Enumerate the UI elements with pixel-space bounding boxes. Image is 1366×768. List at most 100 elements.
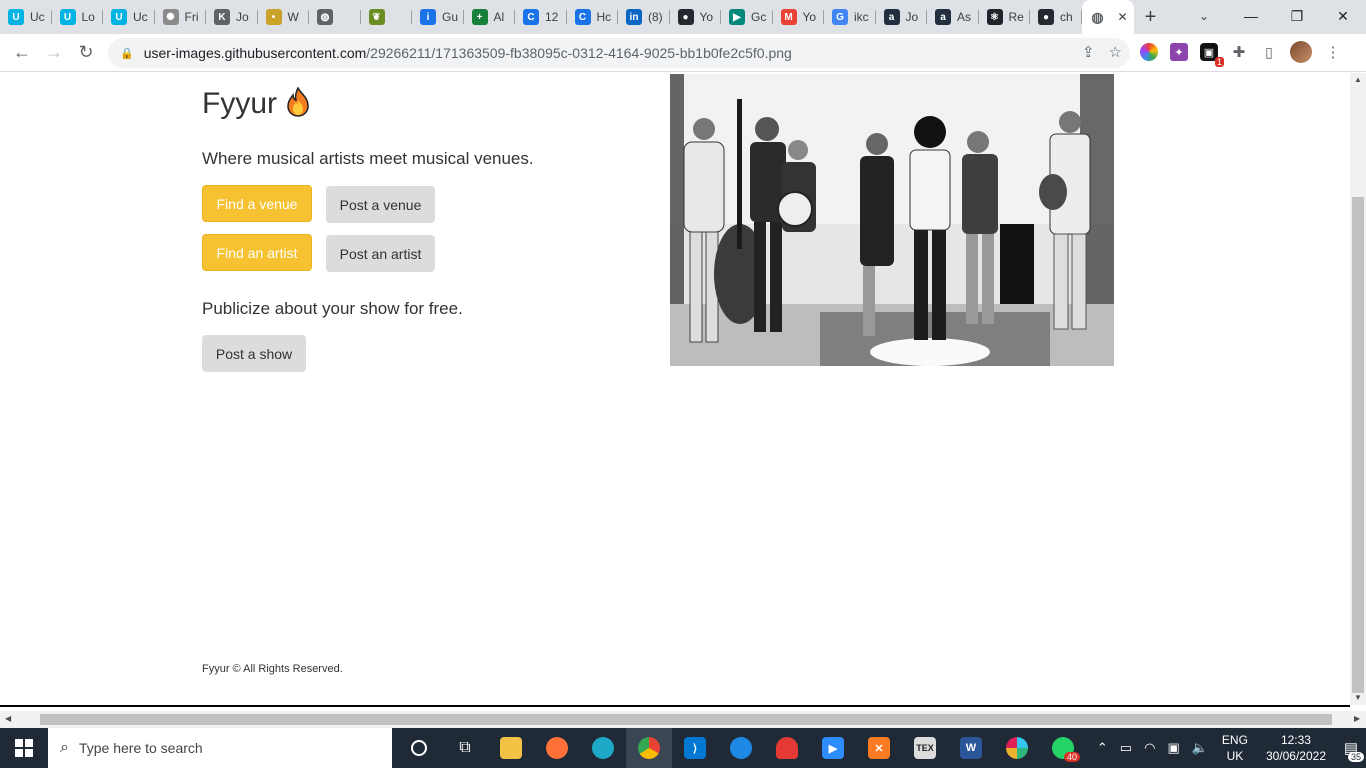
url-host: user-images.githubusercontent.com — [143, 45, 367, 61]
active-tab[interactable]: ◍ ✕ — [1081, 0, 1134, 34]
clock[interactable]: 12:33 30/06/2022 — [1266, 732, 1326, 764]
word-icon: W — [960, 737, 982, 759]
post-venue-button[interactable]: Post a venue — [326, 186, 435, 223]
browser-tab[interactable]: ◍ — [309, 0, 361, 34]
browser-tab[interactable]: ● ch — [1030, 0, 1082, 34]
windows-logo-icon — [15, 739, 33, 757]
volume-icon[interactable]: 🔈 — [1192, 740, 1208, 756]
tab-label: (8) — [648, 10, 663, 24]
browser-tab[interactable]: ▶ Gc — [721, 0, 773, 34]
chevron-up-icon[interactable]: ⌃ — [1097, 740, 1108, 756]
tab-label: Fri — [184, 10, 199, 24]
firefox-icon — [546, 737, 568, 759]
find-venue-button[interactable]: Find a venue — [202, 185, 312, 222]
minimize-button[interactable]: — — [1228, 0, 1274, 32]
browser-tab[interactable]: M Yo — [773, 0, 825, 34]
post-artist-button[interactable]: Post an artist — [326, 235, 435, 272]
extension-black-icon[interactable]: ▣ 1 — [1200, 43, 1224, 67]
browser-tab[interactable]: ❦ — [361, 0, 413, 34]
clock-date: 30/06/2022 — [1265, 749, 1326, 763]
side-panel-icon[interactable]: ▯ — [1260, 43, 1278, 61]
browser-tab[interactable]: a As — [927, 0, 979, 34]
browser-tab[interactable]: • W — [258, 0, 310, 34]
new-tab-button[interactable]: + — [1134, 0, 1168, 34]
battery-icon[interactable]: ▭ — [1120, 740, 1132, 756]
word-app[interactable]: W — [948, 728, 994, 768]
bookmark-star-icon[interactable]: ☆ — [1109, 43, 1122, 61]
browser-tab[interactable]: U Uc — [0, 0, 52, 34]
taskbar-search-input[interactable]: ⌕ Type here to search — [48, 728, 392, 768]
scroll-down-arrow-icon[interactable]: ▼ — [1354, 693, 1362, 702]
search-icon: ⌕ — [60, 739, 69, 756]
file-explorer-app[interactable] — [488, 728, 534, 768]
k-logo-icon: K — [214, 9, 230, 25]
browser-tab[interactable]: ✺ Fri — [155, 0, 207, 34]
forward-button[interactable]: → — [38, 37, 70, 69]
xampp-app[interactable]: ✕ — [856, 728, 902, 768]
vscode-app[interactable]: ⟩ — [672, 728, 718, 768]
horizontal-scroll-thumb[interactable] — [40, 714, 1332, 725]
google-icon: G — [832, 9, 848, 25]
share-icon[interactable]: ⇪ — [1082, 43, 1095, 61]
edge-app[interactable] — [580, 728, 626, 768]
browser-tab[interactable]: Gikc — [824, 0, 876, 34]
lock-icon[interactable]: 🔒 — [120, 47, 134, 60]
find-artist-button[interactable]: Find an artist — [202, 234, 312, 271]
firefox-app[interactable] — [534, 728, 580, 768]
browser-tab[interactable]: i Gu — [412, 0, 464, 34]
url-path: /29266211/171363509-fb38095c-0312-4164-9… — [366, 45, 792, 61]
avatar[interactable] — [1290, 41, 1312, 63]
browser-tab[interactable]: in (8) — [618, 0, 670, 34]
tab-label: Uc — [133, 10, 148, 24]
zoom-app[interactable]: ▶ — [810, 728, 856, 768]
restore-button[interactable]: ❐ — [1274, 0, 1320, 32]
horizontal-scrollbar[interactable]: ◀ ▶ — [0, 711, 1366, 728]
tagline: Where musical artists meet musical venue… — [202, 149, 534, 168]
browser-tab[interactable]: ● Yo — [670, 0, 722, 34]
slack-app[interactable] — [994, 728, 1040, 768]
chevron-down-icon[interactable]: ⌄ — [1190, 4, 1218, 28]
browser-tab[interactable]: a Jo — [876, 0, 928, 34]
camera-icon[interactable]: ▣ — [1167, 740, 1179, 756]
tab-label: Jo — [905, 10, 919, 24]
browser-tab[interactable]: C Hc — [567, 0, 619, 34]
tex-app[interactable]: TEX — [902, 728, 948, 768]
close-window-button[interactable]: ✕ — [1320, 0, 1366, 32]
scroll-up-arrow-icon[interactable]: ▲ — [1354, 75, 1362, 84]
browser-tab[interactable]: U Lo — [52, 0, 104, 34]
globe-icon: ◍ — [317, 9, 333, 25]
wifi-icon[interactable]: ◠ — [1144, 740, 1155, 756]
headset-app[interactable] — [764, 728, 810, 768]
task-view-button[interactable]: ⧉ — [442, 728, 488, 768]
close-icon[interactable]: ✕ — [1118, 10, 1128, 24]
puzzle-icon[interactable]: ✚ — [1230, 43, 1248, 61]
windows-start-button[interactable] — [0, 728, 48, 768]
browser-tab[interactable]: + Al — [464, 0, 516, 34]
info-icon: i — [420, 9, 436, 25]
extensions-area: ✦ ▣ 1 ✚ ▯ ⋮ — [1140, 41, 1342, 67]
scroll-left-arrow-icon[interactable]: ◀ — [5, 714, 11, 723]
language-indicator[interactable]: ENG UK — [1222, 732, 1248, 764]
meet-icon: ▶ — [729, 9, 745, 25]
address-bar[interactable]: 🔒 user-images.githubusercontent.com/2926… — [108, 38, 1130, 68]
page-content: Fyyur Where musical artists meet musical… — [0, 73, 1350, 705]
remote-app[interactable] — [718, 728, 764, 768]
cortana-button[interactable] — [396, 728, 442, 768]
browser-tab[interactable]: U Uc — [103, 0, 155, 34]
tab-label: ch — [1060, 10, 1073, 24]
extension-purple-icon[interactable]: ✦ — [1170, 43, 1188, 61]
post-show-button[interactable]: Post a show — [202, 335, 306, 372]
scroll-right-arrow-icon[interactable]: ▶ — [1354, 714, 1360, 723]
browser-tab[interactable]: C 12 — [515, 0, 567, 34]
reload-button[interactable]: ↻ — [70, 37, 102, 69]
browser-tab[interactable]: ⚛ Re — [979, 0, 1031, 34]
back-button[interactable]: ← — [6, 37, 38, 69]
color-wheel-icon[interactable] — [1140, 43, 1158, 61]
whatsapp-app[interactable]: 40 — [1040, 728, 1086, 768]
menu-icon[interactable]: ⋮ — [1324, 43, 1342, 61]
chrome-app[interactable] — [626, 728, 672, 768]
notifications-button[interactable]: ▤ 35 — [1336, 728, 1366, 768]
browser-tab[interactable]: K Jo — [206, 0, 258, 34]
vertical-scrollbar[interactable]: ▲ ▼ — [1350, 73, 1366, 705]
vertical-scroll-thumb[interactable] — [1352, 197, 1364, 693]
